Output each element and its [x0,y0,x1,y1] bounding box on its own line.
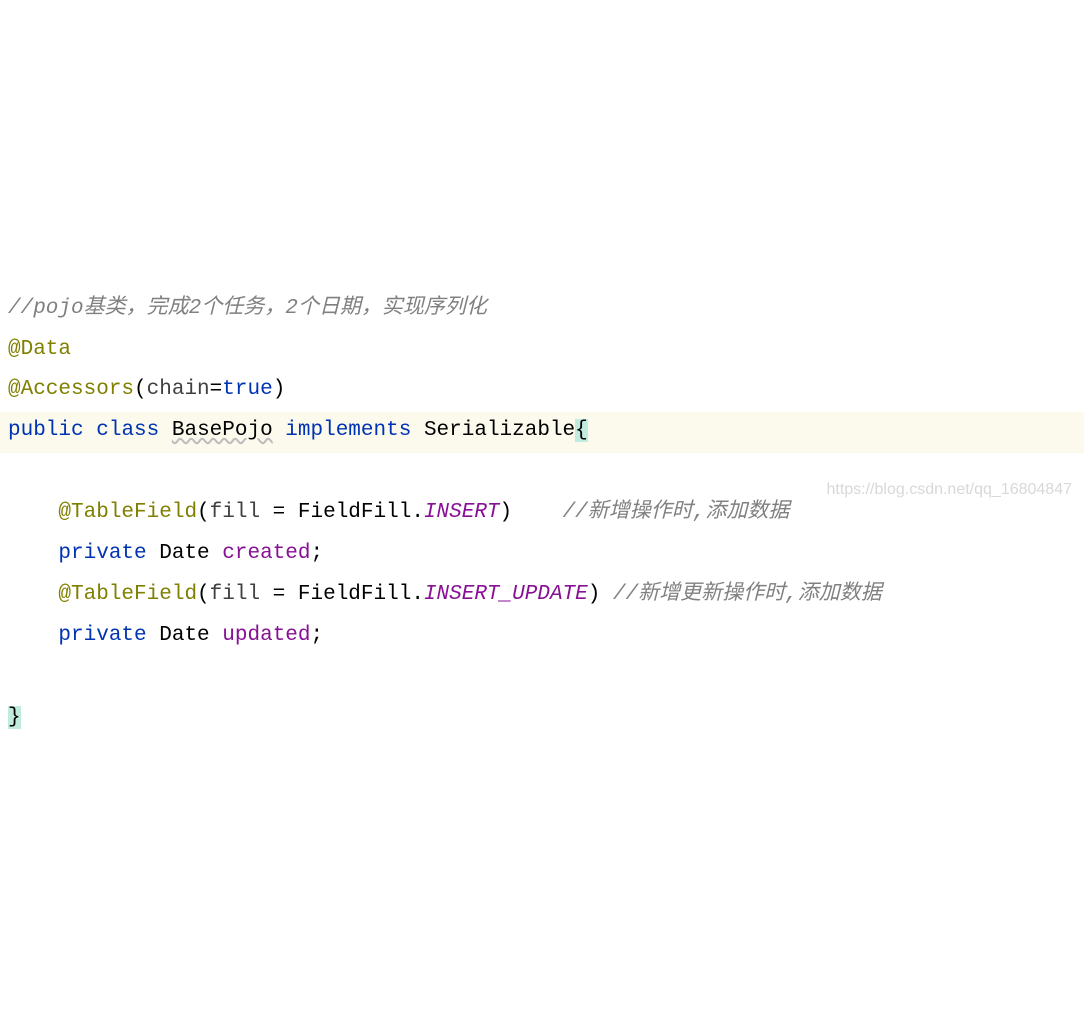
watermark: https://blog.csdn.net/qq_16804847 [826,474,1072,505]
paren-close: ) [588,583,601,606]
paren-open: ( [197,583,210,606]
param-fill-2: fill [210,583,260,606]
class-name: BasePojo [172,419,273,442]
paren-close: ) [500,501,513,524]
keyword-true: true [222,378,272,401]
annotation-tablefield-1: @TableField [58,501,197,524]
semicolon: ; [311,624,324,647]
var-updated: updated [222,624,310,647]
paren-close: ) [273,378,286,401]
semicolon: ; [311,542,324,565]
param-fill-1: fill [210,501,260,524]
comment-insert-update: //新增更新操作时,添加数据 [613,583,882,606]
param-chain: chain [147,378,210,401]
brace-open: { [575,419,588,442]
keyword-private-2: private [58,624,146,647]
comment-line-1: //pojo基类，完成2个任务，2个日期，实现序列化 [8,297,487,320]
equals: = [260,501,298,524]
var-created: created [222,542,310,565]
paren-open: ( [197,501,210,524]
enum-val-insert-update: INSERT_UPDATE [424,583,588,606]
enum-val-insert: INSERT [424,501,500,524]
keyword-public: public [8,419,84,442]
annotation-accessors: @Accessors [8,378,134,401]
interface-name: Serializable [424,419,575,442]
annotation-data: @Data [8,338,71,361]
paren-open: ( [134,378,147,401]
keyword-private-1: private [58,542,146,565]
dot: . [411,501,424,524]
annotation-tablefield-2: @TableField [58,583,197,606]
equals: = [210,378,223,401]
type-date-1: Date [159,542,209,565]
enum-type-2: FieldFill [298,583,411,606]
enum-type-1: FieldFill [298,501,411,524]
type-date-2: Date [159,624,209,647]
keyword-class: class [96,419,159,442]
equals: = [260,583,298,606]
comment-insert: //新增操作时,添加数据 [563,501,790,524]
brace-close: } [8,706,21,729]
keyword-implements: implements [285,419,411,442]
dot: . [411,583,424,606]
